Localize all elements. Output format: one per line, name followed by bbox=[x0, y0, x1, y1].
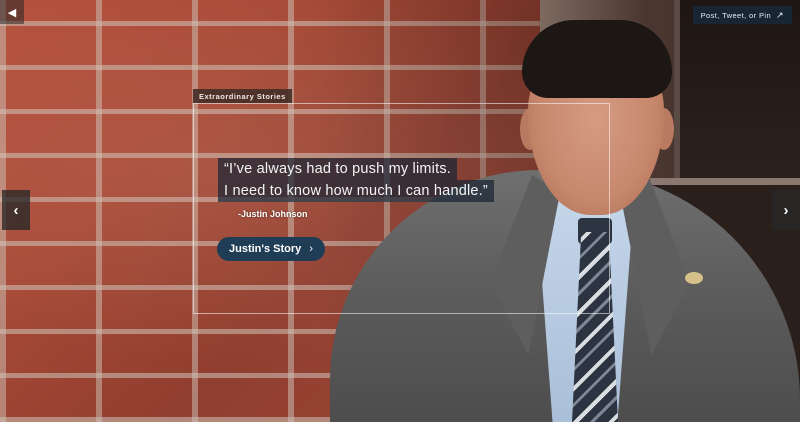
chevron-right-icon: › bbox=[309, 243, 313, 255]
share-button[interactable]: Post, Tweet, or Pin ↗ bbox=[692, 6, 792, 24]
quote-line-1: “I’ve always had to push my limits. bbox=[218, 158, 457, 180]
share-label: Post, Tweet, or Pin bbox=[700, 10, 772, 20]
chevron-left-icon: ‹ bbox=[13, 201, 19, 219]
carousel-prev-button[interactable]: ‹ bbox=[2, 190, 30, 230]
story-button[interactable]: Justin's Story › bbox=[217, 237, 325, 261]
share-arrow-icon: ↗ bbox=[776, 9, 784, 20]
back-button[interactable]: ◀ bbox=[0, 0, 24, 24]
lapel-pin bbox=[685, 272, 703, 284]
story-category-tag: Extraordinary Stories bbox=[193, 89, 292, 103]
story-button-label: Justin's Story bbox=[229, 243, 302, 255]
quote-attribution: -Justin Johnson bbox=[238, 209, 308, 219]
quote-line-2: I need to know how much I can handle.” bbox=[218, 180, 494, 202]
chevron-right-icon: › bbox=[783, 201, 789, 219]
chevron-left-icon: ◀ bbox=[7, 6, 17, 19]
carousel-next-button[interactable]: › bbox=[772, 190, 800, 230]
